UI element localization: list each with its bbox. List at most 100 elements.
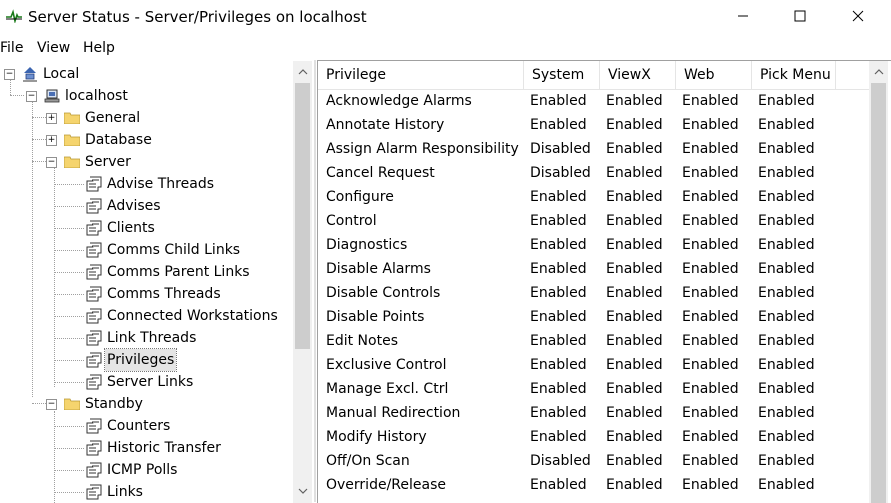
tree-item[interactable]: Historic Transfer bbox=[0, 437, 290, 459]
collapse-icon[interactable]: − bbox=[46, 399, 57, 410]
table-row[interactable]: Annotate History Enabled Enabled Enabled Ena… bbox=[318, 113, 873, 137]
cell-viewx: Enabled bbox=[606, 381, 663, 397]
table-row[interactable]: Disable Points Enabled Enabled Enabled Enabl… bbox=[318, 305, 873, 329]
table-row[interactable]: Exclusive Control Enabled Enabled Enabled En… bbox=[318, 353, 873, 377]
column-header-web[interactable]: Web bbox=[676, 61, 752, 89]
cell-privilege: Modify History bbox=[326, 429, 427, 445]
cell-viewx: Enabled bbox=[606, 165, 663, 181]
cell-system: Enabled bbox=[530, 237, 587, 253]
status-table-icon bbox=[86, 374, 102, 390]
scroll-thumb[interactable] bbox=[295, 83, 310, 349]
cell-privilege: Annotate History bbox=[326, 117, 445, 133]
column-header-system[interactable]: System bbox=[524, 61, 600, 89]
tree-item[interactable]: Comms Threads bbox=[0, 283, 290, 305]
scroll-thumb[interactable] bbox=[871, 83, 886, 503]
tree-item[interactable]: Links bbox=[0, 481, 290, 503]
cell-web: Enabled bbox=[682, 237, 739, 253]
tree-label: Comms Parent Links bbox=[107, 264, 250, 280]
column-header-privilege[interactable]: Privilege bbox=[318, 61, 524, 89]
cell-pick-menu: Enabled bbox=[758, 309, 815, 325]
table-scrollbar[interactable] bbox=[869, 61, 888, 503]
tree-item[interactable]: Server Links bbox=[0, 371, 290, 393]
table-row[interactable]: Off/On Scan Disabled Enabled Enabled Enabled bbox=[318, 449, 873, 473]
tree-item[interactable]: ICMP Polls bbox=[0, 459, 290, 481]
tree-connector bbox=[54, 470, 84, 472]
tree-label: General bbox=[85, 110, 141, 126]
cell-pick-menu: Enabled bbox=[758, 261, 815, 277]
cell-system: Enabled bbox=[530, 213, 587, 229]
tree-node-localhost[interactable]: − localhost bbox=[0, 85, 300, 107]
status-table-icon bbox=[86, 484, 102, 500]
tree-scrollbar[interactable] bbox=[293, 61, 312, 503]
tree-item[interactable]: Privileges bbox=[0, 348, 290, 372]
table-row[interactable]: Diagnostics Enabled Enabled Enabled Enabled bbox=[318, 233, 873, 257]
tree-node-database[interactable]: + Database bbox=[0, 129, 300, 151]
tree-item[interactable]: Counters bbox=[0, 415, 290, 437]
folder-icon bbox=[64, 156, 80, 168]
table-row[interactable]: Assign Alarm Responsibility Disabled Enabl… bbox=[318, 137, 873, 161]
cell-pick-menu: Enabled bbox=[758, 141, 815, 157]
menu-help[interactable]: Help bbox=[83, 38, 115, 58]
tree-label: Links bbox=[107, 484, 143, 500]
close-button[interactable] bbox=[835, 0, 881, 32]
tree-label: Clients bbox=[107, 220, 155, 236]
status-table-icon bbox=[86, 462, 102, 478]
table-row[interactable]: Control Enabled Enabled Enabled Enabled bbox=[318, 209, 873, 233]
scroll-up-arrow[interactable] bbox=[293, 63, 312, 81]
tree-item[interactable]: Connected Workstations bbox=[0, 305, 290, 327]
cell-web: Enabled bbox=[682, 93, 739, 109]
table-row[interactable]: Modify History Enabled Enabled Enabled Enabl… bbox=[318, 425, 873, 449]
collapse-icon[interactable]: − bbox=[4, 69, 15, 80]
table-row[interactable]: Override/Release Enabled Enabled Enabled Ena… bbox=[318, 473, 873, 497]
cell-privilege: Control bbox=[326, 213, 377, 229]
tree-item[interactable]: Comms Child Links bbox=[0, 239, 290, 261]
tree-connector bbox=[54, 206, 84, 208]
column-header-viewx[interactable]: ViewX bbox=[600, 61, 676, 89]
table-row[interactable]: Cancel Request Disabled Enabled Enabled Enab… bbox=[318, 161, 873, 185]
expand-icon[interactable]: + bbox=[46, 135, 57, 146]
scroll-down-arrow[interactable] bbox=[293, 482, 312, 500]
cell-web: Enabled bbox=[682, 309, 739, 325]
cell-web: Enabled bbox=[682, 453, 739, 469]
cell-system: Enabled bbox=[530, 357, 587, 373]
menu-file[interactable]: File bbox=[0, 38, 23, 58]
expand-icon[interactable]: + bbox=[46, 113, 57, 124]
table-row[interactable]: Edit Notes Enabled Enabled Enabled Enabled bbox=[318, 329, 873, 353]
tree-node-server[interactable]: − Server bbox=[0, 151, 300, 173]
scroll-up-arrow[interactable] bbox=[869, 63, 888, 81]
tree-item[interactable]: Link Threads bbox=[0, 327, 290, 349]
cell-pick-menu: Enabled bbox=[758, 213, 815, 229]
tree-node-local[interactable]: − Local bbox=[0, 63, 300, 85]
tree-item[interactable]: Advises bbox=[0, 195, 290, 217]
table-row[interactable]: Manual Redirection Enabled Enabled Enabled E… bbox=[318, 401, 873, 425]
column-header-pick-menu[interactable]: Pick Menu bbox=[752, 61, 836, 89]
tree-item[interactable]: Advise Threads bbox=[0, 173, 290, 195]
tree-node-general[interactable]: + General bbox=[0, 107, 300, 129]
cell-pick-menu: Enabled bbox=[758, 381, 815, 397]
collapse-icon[interactable]: − bbox=[26, 91, 37, 102]
cell-web: Enabled bbox=[682, 405, 739, 421]
table-row[interactable]: Manage Excl. Ctrl Enabled Enabled Enabled En… bbox=[318, 377, 873, 401]
tree-connector bbox=[54, 316, 84, 318]
cell-privilege: Configure bbox=[326, 189, 394, 205]
table-row[interactable]: Disable Alarms Enabled Enabled Enabled Enabl… bbox=[318, 257, 873, 281]
cell-pick-menu: Enabled bbox=[758, 117, 815, 133]
minimize-button[interactable] bbox=[720, 0, 766, 32]
cell-pick-menu: Enabled bbox=[758, 285, 815, 301]
menu-bar: File View Help bbox=[0, 36, 891, 60]
menu-view[interactable]: View bbox=[37, 38, 70, 58]
table-row[interactable]: Acknowledge Alarms Enabled Enabled Enabled E… bbox=[318, 89, 873, 113]
tree-connector bbox=[54, 360, 84, 362]
tree-node-standby[interactable]: − Standby bbox=[0, 393, 300, 415]
tree-item[interactable]: Comms Parent Links bbox=[0, 261, 290, 283]
maximize-button[interactable] bbox=[777, 0, 823, 32]
collapse-icon[interactable]: − bbox=[46, 157, 57, 168]
status-table-icon bbox=[86, 264, 102, 280]
tree-label: Standby bbox=[85, 396, 143, 412]
table-row[interactable]: Disable Controls Enabled Enabled Enabled Ena… bbox=[318, 281, 873, 305]
cell-viewx: Enabled bbox=[606, 405, 663, 421]
tree-item[interactable]: Clients bbox=[0, 217, 290, 239]
splitter[interactable] bbox=[314, 60, 316, 502]
table-row[interactable]: Configure Enabled Enabled Enabled Enabled bbox=[318, 185, 873, 209]
cell-privilege: Assign Alarm Responsibility bbox=[326, 141, 519, 157]
